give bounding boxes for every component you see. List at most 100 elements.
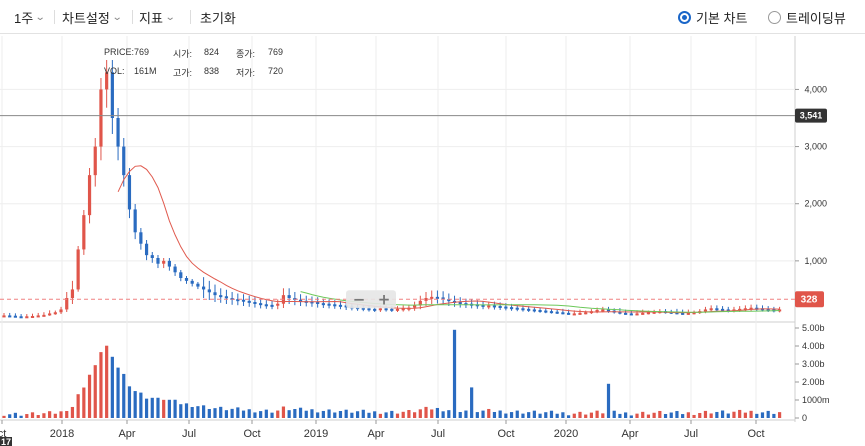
candle-body <box>709 308 713 311</box>
volume-bar <box>430 409 434 418</box>
candle-body <box>287 295 291 298</box>
volume-bar <box>578 411 582 418</box>
candle-body <box>196 283 200 287</box>
volume-tick-label: 4.00b <box>802 341 825 351</box>
x-tick-label: 2019 <box>304 428 328 440</box>
info-open-value: 824 <box>204 47 220 57</box>
volume-bar <box>338 411 343 418</box>
moving-average-red <box>117 165 780 314</box>
candle-body <box>76 249 80 290</box>
candle-body <box>635 313 639 316</box>
volume-bar <box>2 415 6 418</box>
volume-bar <box>293 409 297 418</box>
volume-bar <box>48 411 52 418</box>
volume-bar <box>492 411 497 418</box>
candle-body <box>127 175 132 210</box>
volume-bar <box>658 410 662 418</box>
candle-body <box>629 313 633 316</box>
volume-bar <box>333 412 337 418</box>
volume-bar <box>196 406 200 418</box>
price-chart[interactable]: ct 2018 Apr Jul Oct 2019 Apr Jul Oct 2020 Apr Jul Oc… <box>0 0 865 446</box>
candle-body <box>549 311 554 314</box>
candle-body <box>247 300 251 303</box>
candle-body <box>99 89 103 147</box>
candle-body <box>703 309 708 312</box>
volume-bar <box>743 412 747 418</box>
volume-bar <box>276 410 280 418</box>
volume-bar <box>133 391 137 418</box>
volume-bar <box>635 413 639 418</box>
volume-bar <box>606 383 611 418</box>
volume-bar <box>487 408 491 418</box>
candle-body <box>270 304 274 307</box>
info-low-value: 720 <box>268 66 284 76</box>
candle-body <box>219 295 223 298</box>
volume-bar <box>270 412 274 418</box>
volume-bar <box>458 412 462 418</box>
volume-bar <box>509 412 514 418</box>
zoom-out-button[interactable]: − <box>353 290 366 308</box>
volume-bar <box>8 414 12 418</box>
info-low-label: 저가: <box>236 68 256 78</box>
candle-body <box>167 260 171 267</box>
candle-body <box>624 312 628 315</box>
volume-bar <box>25 414 29 418</box>
volume-bar <box>407 410 411 418</box>
volume-bar <box>464 410 468 418</box>
volume-bar <box>241 410 246 418</box>
volume-bar <box>384 412 388 418</box>
volume-bar <box>401 411 405 418</box>
volume-bar <box>87 374 92 418</box>
volume-bar <box>527 412 531 418</box>
volume-bar <box>190 407 194 418</box>
x-tick-label: Jul <box>431 428 445 440</box>
candle-body <box>515 307 519 310</box>
volume-bar <box>624 412 628 418</box>
volume-bar <box>681 414 685 418</box>
volume-bar <box>772 413 776 418</box>
candle-body <box>173 266 177 273</box>
candle-body <box>413 305 417 308</box>
volume-bar <box>749 410 753 418</box>
volume-bar <box>361 409 365 418</box>
candle-body <box>93 146 97 176</box>
candle-body <box>30 316 35 318</box>
candle-body <box>144 243 149 256</box>
candle-body <box>2 315 6 318</box>
volume-bar <box>755 413 759 418</box>
volume-bar <box>726 413 730 418</box>
volume-bar <box>378 413 382 418</box>
volume-bar <box>475 412 479 418</box>
volume-bar <box>612 410 616 418</box>
candle-body <box>276 303 280 306</box>
volume-bar <box>435 407 440 418</box>
volume-bar <box>595 410 599 418</box>
volume-tick-label: 5.00b <box>802 323 825 333</box>
candle-body <box>715 308 719 311</box>
candle-body <box>202 286 206 290</box>
volume-bar <box>253 412 257 418</box>
volume-bar <box>70 406 75 418</box>
x-tick-label: Jul <box>182 428 196 440</box>
volume-bar <box>247 409 251 418</box>
volume-bar <box>738 409 742 418</box>
volume-bar <box>447 410 451 418</box>
volume-bar <box>110 356 114 418</box>
candle-body <box>162 260 166 264</box>
x-tick-label: Oct <box>747 428 764 440</box>
candle-body <box>133 209 137 233</box>
volume-bar <box>760 412 765 418</box>
candle-body <box>498 306 502 308</box>
zoom-in-button[interactable]: + <box>378 290 391 308</box>
volume-bar <box>321 410 325 418</box>
candle-body <box>538 310 542 312</box>
volume-bar <box>327 409 331 418</box>
volume-bar <box>287 410 291 418</box>
candle-body <box>527 308 531 311</box>
volume-bar <box>105 345 109 418</box>
volume-bar <box>179 404 183 418</box>
volume-bar <box>504 413 508 418</box>
candle-body <box>333 304 337 307</box>
candle-body <box>122 146 126 176</box>
x-tick-label: Jul <box>684 428 698 440</box>
